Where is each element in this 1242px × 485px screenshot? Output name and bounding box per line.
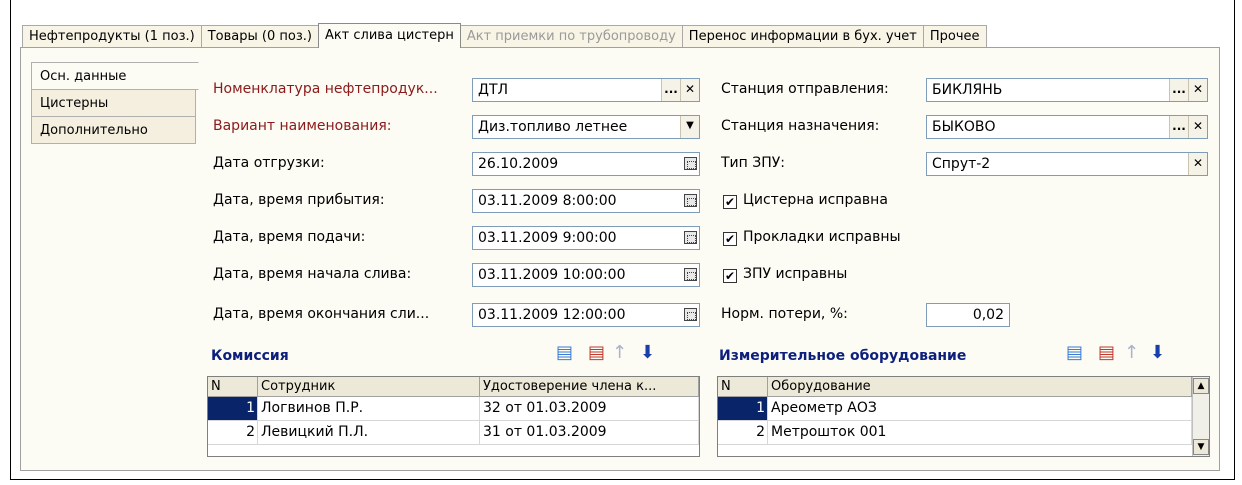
from-station-label: Станция отправления: [721,81,889,97]
variant-select[interactable]: Диз.топливо летнее ▼ [472,115,700,139]
zpu-type-value: Спрут-2 [932,156,991,172]
tank-ok-checkbox[interactable]: ✔ [723,195,737,209]
tab-other[interactable]: Прочее [922,25,987,47]
vertical-scrollbar[interactable]: ▲ ▼ [1192,377,1209,456]
side-tab-additional[interactable]: Дополнительно [31,116,196,144]
from-station-clear-icon[interactable]: ✕ [1188,79,1207,101]
zpu-type-clear-icon[interactable]: ✕ [1188,153,1207,175]
tab-oil-products[interactable]: Нефтепродукты (1 поз.) [22,25,202,47]
tab-bar: Нефтепродукты (1 поз.) Товары (0 поз.) А… [22,23,987,48]
ship-date-value: 26.10.2009 [478,156,559,172]
scroll-down-icon[interactable]: ▼ [1193,439,1209,455]
calendar-icon[interactable] [684,231,697,244]
from-station-select-button[interactable]: ... [1169,79,1188,101]
from-station-value: БИКЛЯНЬ [932,82,1003,98]
table-row[interactable]: 2 Левицкий П.Л. 31 от 01.03.2009 [208,421,699,445]
side-tab-tanks[interactable]: Цистерны [31,89,196,117]
drain-end-label: Дата, время окончания сли... [213,306,430,322]
tab-goods[interactable]: Товары (0 поз.) [200,25,319,47]
zpu-ok-label: ЗПУ исправны [743,266,848,282]
delete-row-icon[interactable]: ▤ [1098,344,1115,362]
nomenclature-clear-icon[interactable]: ✕ [680,79,699,101]
drain-start-field[interactable]: 03.11.2009 10:00:00 [472,263,700,287]
ship-date-field[interactable]: 26.10.2009 [472,152,700,176]
commission-table[interactable]: N Сотрудник Удостоверение члена к... 1 Л… [207,376,700,457]
column-header-n[interactable]: N [208,377,258,396]
chevron-down-icon[interactable]: ▼ [680,116,699,138]
move-up-icon[interactable]: ↑ [612,344,627,362]
row-number: 1 [718,397,768,420]
scroll-up-icon[interactable]: ▲ [1193,378,1209,394]
row-number: 2 [208,421,258,444]
to-station-label: Станция назначения: [721,118,880,134]
move-down-icon[interactable]: ⬇ [640,344,655,362]
calendar-icon[interactable] [684,157,697,170]
nomenclature-select-button[interactable]: ... [661,79,680,101]
table-row[interactable]: 2 Метрошток 001 [718,421,1209,445]
side-tab-main-data[interactable]: Осн. данные [31,62,199,90]
to-station-field[interactable]: БЫКОВО ... ✕ [926,115,1208,139]
zpu-ok-checkbox[interactable]: ✔ [723,269,737,283]
certificate-cell[interactable]: 31 от 01.03.2009 [480,421,699,444]
table-row[interactable]: 1 Логвинов П.Р. 32 от 01.03.2009 [208,397,699,421]
to-station-select-button[interactable]: ... [1169,116,1188,138]
equipment-cell[interactable]: Метрошток 001 [768,421,1192,444]
calendar-icon[interactable] [684,308,697,321]
to-station-value: БЫКОВО [932,119,996,135]
equipment-title: Измерительное оборудование [719,348,967,364]
table-row[interactable]: 1 Ареометр АОЗ [718,397,1209,421]
add-row-icon[interactable]: ▤ [556,344,573,362]
arrival-field[interactable]: 03.11.2009 8:00:00 [472,189,700,213]
row-number: 1 [208,397,258,420]
drain-end-field[interactable]: 03.11.2009 12:00:00 [472,303,700,327]
move-down-icon[interactable]: ⬇ [1150,344,1165,362]
nomenclature-value: ДТЛ [478,82,509,98]
column-header-certificate[interactable]: Удостоверение члена к... [480,377,699,396]
calendar-icon[interactable] [684,268,697,281]
zpu-type-label: Тип ЗПУ: [721,155,786,171]
arrival-label: Дата, время прибытия: [213,192,385,208]
row-number: 2 [718,421,768,444]
drain-end-value: 03.11.2009 12:00:00 [478,307,626,323]
supply-field[interactable]: 03.11.2009 9:00:00 [472,226,700,250]
norm-loss-field[interactable]: 0,02 [926,303,1010,327]
gaskets-ok-label: Прокладки исправны [743,229,901,245]
ship-date-label: Дата отгрузки: [213,155,325,171]
nomenclature-label: Номенклатура нефтепродук... [213,81,438,97]
move-up-icon[interactable]: ↑ [1124,344,1139,362]
arrival-value: 03.11.2009 8:00:00 [478,193,617,209]
tab-pipeline-acceptance-act[interactable]: Акт приемки по трубопроводу [459,25,683,47]
calendar-icon[interactable] [684,194,697,207]
employee-cell[interactable]: Логвинов П.Р. [258,397,480,420]
to-station-clear-icon[interactable]: ✕ [1188,116,1207,138]
equipment-cell[interactable]: Ареометр АОЗ [768,397,1192,420]
delete-row-icon[interactable]: ▤ [588,344,605,362]
supply-label: Дата, время подачи: [213,229,366,245]
supply-value: 03.11.2009 9:00:00 [478,230,617,246]
equipment-table[interactable]: N Оборудование 1 Ареометр АОЗ 2 Метрошто… [717,376,1210,457]
column-header-employee[interactable]: Сотрудник [258,377,480,396]
table-header: N Оборудование [718,377,1209,397]
variant-label: Вариант наименования: [213,118,392,134]
tab-tank-drain-act[interactable]: Акт слива цистерн [317,23,461,48]
commission-title: Комиссия [211,348,289,364]
drain-start-value: 03.11.2009 10:00:00 [478,267,626,283]
norm-loss-label: Норм. потери, %: [721,306,848,322]
from-station-field[interactable]: БИКЛЯНЬ ... ✕ [926,78,1208,102]
table-header: N Сотрудник Удостоверение члена к... [208,377,699,397]
gaskets-ok-checkbox[interactable]: ✔ [723,232,737,246]
tank-ok-label: Цистерна исправна [743,192,888,208]
nomenclature-field[interactable]: ДТЛ ... ✕ [472,78,700,102]
column-header-equipment[interactable]: Оборудование [768,377,1192,396]
tab-accounting-transfer[interactable]: Перенос информации в бух. учет [681,25,924,47]
add-row-icon[interactable]: ▤ [1066,344,1083,362]
certificate-cell[interactable]: 32 от 01.03.2009 [480,397,699,420]
variant-value: Диз.топливо летнее [478,119,628,135]
zpu-type-field[interactable]: Спрут-2 ✕ [926,152,1208,176]
norm-loss-value: 0,02 [972,307,1004,323]
side-tab-bar: Осн. данные Цистерны Дополнительно [31,62,199,144]
column-header-n[interactable]: N [718,377,768,396]
drain-start-label: Дата, время начала слива: [213,266,412,282]
employee-cell[interactable]: Левицкий П.Л. [258,421,480,444]
